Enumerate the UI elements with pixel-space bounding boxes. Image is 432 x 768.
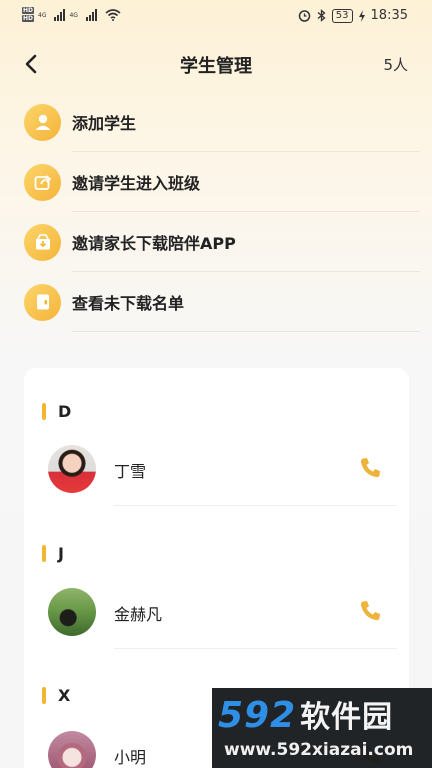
alarm-icon <box>298 10 311 22</box>
status-bar: HD HD 4G 4G 53 18:35 <box>0 0 432 34</box>
invite-parent-button[interactable]: 邀请家长下载陪伴APP <box>0 212 432 272</box>
student-name: 金赫凡 <box>114 605 163 624</box>
group-header-x: X <box>42 686 70 705</box>
divider <box>114 505 397 506</box>
divider <box>72 331 420 332</box>
invite-student-button[interactable]: 邀请学生进入班级 <box>0 152 432 212</box>
status-right: 53 18:35 <box>298 8 408 23</box>
hd-indicator: HD HD <box>22 7 35 23</box>
group-header-d: D <box>42 402 71 421</box>
phone-button[interactable] <box>357 598 383 624</box>
wifi-icon <box>105 9 121 21</box>
student-name: 小明 <box>114 748 147 767</box>
student-name: 丁雪 <box>114 462 147 481</box>
watermark-brand: 592 软件园 <box>218 692 393 736</box>
phone-button[interactable] <box>357 455 383 481</box>
bluetooth-icon <box>317 9 326 22</box>
divider <box>114 648 397 649</box>
watermark-brand-cn: 软件园 <box>300 700 394 735</box>
signal-icon <box>54 9 66 21</box>
nav-header: 学生管理 5人 <box>0 44 432 84</box>
group-marker <box>42 545 46 562</box>
charging-icon <box>358 9 365 22</box>
network-type-2: 4G <box>69 11 78 19</box>
invite-student-label: 邀请学生进入班级 <box>72 174 201 193</box>
hd-label-1: HD <box>22 7 35 14</box>
view-undownloaded-label: 查看未下载名单 <box>72 294 185 313</box>
invite-parent-label: 邀请家长下载陪伴APP <box>72 234 236 253</box>
action-menu: 添加学生 邀请学生进入班级 邀请家长下载陪伴APP 查看未下载名单 <box>0 92 432 332</box>
share-icon <box>24 163 61 201</box>
group-letter: J <box>58 544 64 563</box>
group-marker <box>42 687 46 704</box>
group-letter: D <box>58 402 72 421</box>
page-title: 学生管理 <box>180 56 252 77</box>
group-letter: X <box>58 686 71 705</box>
view-undownloaded-button[interactable]: 查看未下载名单 <box>0 272 432 332</box>
avatar <box>48 731 96 768</box>
hd-label-2: HD <box>22 15 35 22</box>
signal-icon-2 <box>85 9 97 21</box>
watermark-brand-num: 592 <box>218 695 297 736</box>
group-marker <box>42 403 46 420</box>
student-row[interactable]: 丁雪 <box>24 445 409 511</box>
add-student-button[interactable]: 添加学生 <box>0 92 432 152</box>
avatar <box>48 588 96 636</box>
avatar <box>48 445 96 493</box>
student-count: 5人 <box>383 56 408 74</box>
download-box-icon <box>24 223 61 261</box>
user-icon <box>24 103 61 141</box>
book-icon <box>24 283 61 321</box>
student-row[interactable]: 金赫凡 <box>24 588 409 654</box>
watermark-url: www.592xiazai.com <box>224 740 414 760</box>
phone-icon <box>360 458 380 478</box>
battery-level: 53 <box>331 8 353 23</box>
phone-icon <box>360 601 380 621</box>
network-type-1: 4G <box>38 11 47 19</box>
add-student-label: 添加学生 <box>72 114 137 133</box>
group-header-j: J <box>42 544 64 563</box>
clock: 18:35 <box>370 8 408 23</box>
status-left: HD HD 4G 4G <box>22 7 121 23</box>
watermark: 592 软件园 www.592xiazai.com <box>212 688 432 768</box>
